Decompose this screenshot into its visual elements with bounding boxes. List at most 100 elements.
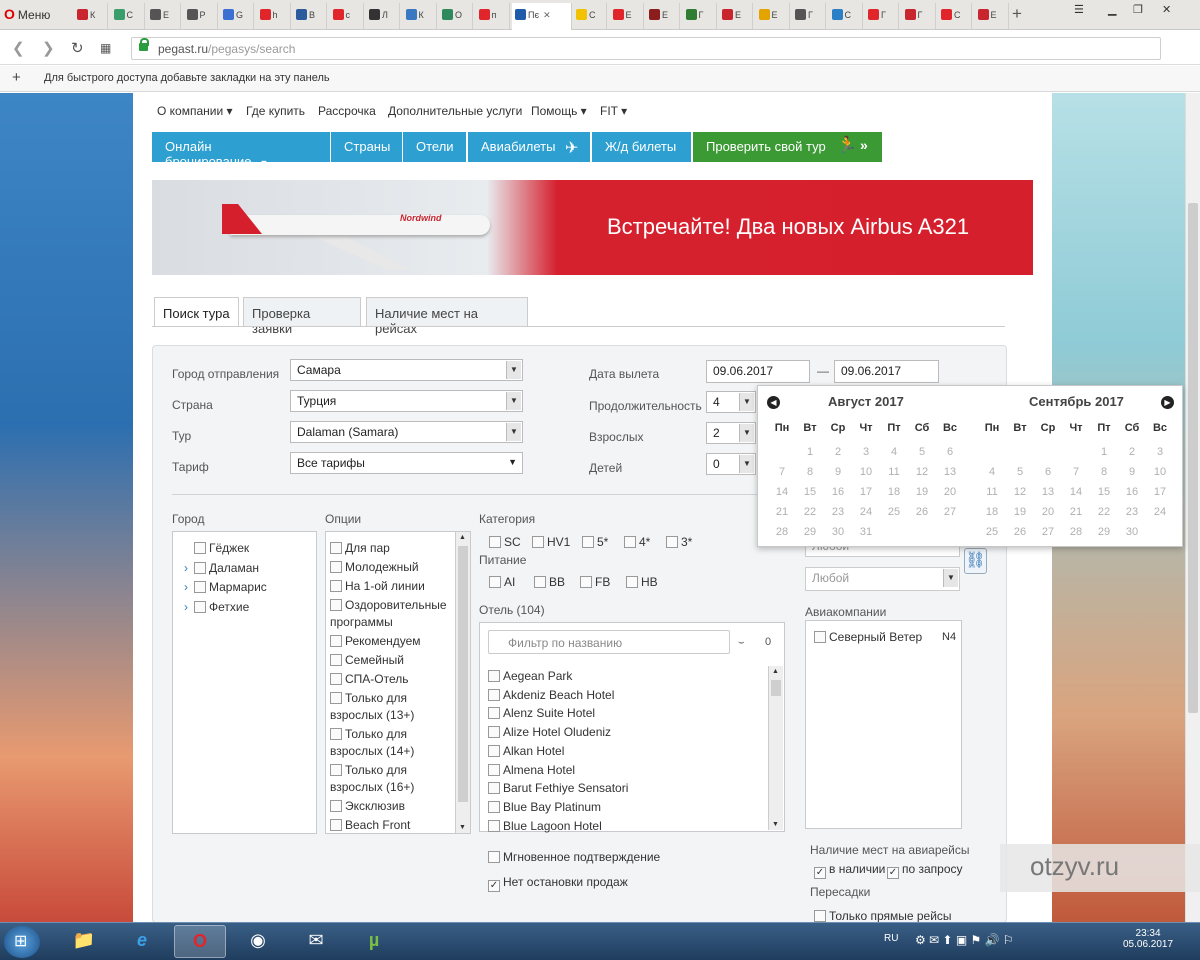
seats-available-option[interactable]: ✓ в наличии — [814, 862, 885, 879]
minimize-button[interactable]: ▁ — [1108, 3, 1116, 16]
browser-tab[interactable]: Е — [719, 3, 753, 29]
option-checkbox[interactable] — [330, 654, 342, 666]
hotel-checkbox[interactable] — [488, 763, 500, 776]
browser-tab[interactable]: В — [293, 3, 327, 29]
page-scrollbar[interactable] — [1185, 93, 1200, 923]
category-checkbox[interactable] — [666, 536, 678, 548]
browser-tab[interactable]: G — [220, 3, 254, 29]
taskbar-explorer[interactable]: 📁 — [58, 925, 110, 958]
nav-tab[interactable]: Страны — [331, 132, 402, 162]
maximize-button[interactable]: ❐ — [1133, 3, 1143, 16]
option-checkbox[interactable] — [330, 800, 342, 812]
new-tab-button[interactable]: + — [1012, 4, 1022, 24]
airline-checkbox[interactable] — [814, 631, 826, 643]
chevron-right-icon[interactable]: › — [184, 600, 188, 614]
seats-request-checkbox[interactable]: ✓ — [887, 867, 899, 879]
option-item[interactable]: Рекомендуем — [330, 633, 421, 650]
country-select[interactable]: Турция ▼ — [290, 390, 523, 412]
option-item[interactable]: На 1-ой линии — [330, 578, 425, 595]
category-checkbox[interactable] — [532, 536, 544, 548]
browser-tab[interactable]: Л — [366, 3, 400, 29]
tariff-select[interactable]: Все тарифы ▼ — [290, 452, 523, 474]
date-from-input[interactable]: 09.06.2017 — [706, 360, 810, 383]
top-menu-item[interactable]: Помощь ▾ — [531, 104, 587, 118]
hotel-item[interactable]: Alkan Hotel — [488, 744, 564, 758]
category-option[interactable]: 3* — [666, 535, 692, 549]
top-menu-item[interactable]: Рассрочка — [318, 104, 376, 118]
option-checkbox[interactable] — [330, 819, 342, 831]
meal-option[interactable]: HB — [626, 575, 658, 589]
option-checkbox[interactable] — [330, 692, 342, 704]
taskbar-chrome[interactable]: ◉ — [232, 925, 284, 958]
meal-checkbox[interactable] — [534, 576, 546, 588]
browser-tab[interactable]: С — [938, 3, 972, 29]
link-chain-icon[interactable]: ⛓ — [964, 548, 987, 574]
nav-tab[interactable]: Ж/д билеты — [592, 132, 691, 162]
city-checkbox[interactable] — [194, 561, 206, 574]
city-item[interactable]: › Даламан — [184, 561, 259, 575]
taskbar-app[interactable]: ✉ — [290, 925, 342, 958]
no-stop-sale-option[interactable]: ✓ Нет остановки продаж — [488, 875, 628, 892]
option-checkbox[interactable] — [330, 635, 342, 647]
options-scrollbar-thumb[interactable] — [458, 546, 468, 802]
option-checkbox[interactable] — [330, 764, 342, 776]
hotel-item[interactable]: Barut Fethiye Sensatori — [488, 781, 628, 795]
chevron-right-icon[interactable]: › — [184, 561, 188, 575]
opera-menu-button[interactable]: O Меню — [4, 6, 50, 22]
hotel-checkbox[interactable] — [488, 744, 500, 757]
tab-menu-icon[interactable]: ☰ — [1074, 3, 1084, 16]
browser-tab[interactable]: Г — [792, 3, 826, 29]
duration-select[interactable]: 4 ▼ — [706, 391, 756, 413]
meal-option[interactable]: FB — [580, 575, 610, 589]
option-item[interactable]: Только для взрослых (13+) — [330, 690, 414, 724]
browser-tab[interactable]: К — [74, 3, 108, 29]
hotel-checkbox[interactable] — [488, 707, 500, 720]
category-checkbox[interactable] — [582, 536, 594, 548]
reload-button[interactable]: ↻ — [71, 39, 84, 57]
scroll-down-icon[interactable]: ▼ — [459, 824, 466, 831]
category-checkbox[interactable] — [489, 536, 501, 548]
browser-tab[interactable]: с — [330, 3, 364, 29]
nav-tab[interactable]: Онлайн бронирование ▼ — [152, 132, 330, 169]
calendar-next-icon[interactable]: ▶ — [1161, 396, 1174, 409]
option-checkbox[interactable] — [330, 580, 342, 592]
browser-tab-active[interactable]: Пє ✕ — [512, 3, 572, 30]
option-item[interactable]: Оздоровительные программы — [330, 597, 447, 631]
browser-tab[interactable]: Е — [147, 3, 181, 29]
tray-icons[interactable]: ⚙ ✉ ⬆ ▣ ⚑ 🔊 ⚐ — [915, 933, 1014, 947]
browser-tab[interactable]: С — [111, 3, 145, 29]
category-option[interactable]: 5* — [582, 535, 608, 549]
option-checkbox[interactable] — [330, 561, 342, 573]
close-tab-icon[interactable]: ✕ — [543, 10, 551, 20]
city-item[interactable]: › Фетхие — [184, 600, 249, 614]
close-window-button[interactable]: ✕ — [1162, 3, 1171, 16]
option-checkbox[interactable] — [330, 599, 342, 611]
options-scrollbar[interactable]: ▲ ▼ — [455, 532, 470, 833]
hotel-item[interactable]: Akdeniz Beach Hotel — [488, 688, 614, 702]
seats-request-option[interactable]: ✓ по запросу — [887, 862, 963, 879]
browser-tab[interactable]: Е — [610, 3, 644, 29]
no-stop-sale-checkbox[interactable]: ✓ — [488, 880, 500, 892]
hotel-item[interactable]: Blue Lagoon Hotel — [488, 819, 602, 833]
category-option[interactable]: HV1 — [532, 535, 570, 549]
search-tab[interactable]: Наличие мест на рейсах — [366, 297, 528, 336]
hotel-scrollbar[interactable]: ▲ ▼ — [768, 666, 783, 830]
hotel-checkbox[interactable] — [488, 726, 500, 739]
option-item[interactable]: Эксклюзив — [330, 798, 405, 815]
url-field[interactable]: pegast.ru/pegasys/search — [131, 37, 1161, 60]
city-item[interactable]: › Мармарис — [184, 580, 267, 594]
option-item[interactable]: СПА-Отель — [330, 671, 409, 688]
city-checkbox[interactable] — [194, 542, 206, 554]
chevron-right-icon[interactable]: › — [184, 580, 188, 594]
instant-confirm-option[interactable]: Мгновенное подтверждение — [488, 850, 660, 864]
top-menu-item[interactable]: Где купить — [246, 104, 305, 118]
hotel-item[interactable]: Alenz Suite Hotel — [488, 706, 595, 720]
airline-option[interactable]: Северный Ветер — [814, 630, 922, 644]
option-item[interactable]: Семейный — [330, 652, 404, 669]
meal-option[interactable]: BB — [534, 575, 565, 589]
hotel-scrollbar-thumb[interactable] — [771, 680, 781, 696]
hotel-item[interactable]: Blue Bay Platinum — [488, 800, 601, 814]
city-item[interactable]: ›Гёджек — [184, 541, 249, 555]
category-option[interactable]: 4* — [624, 535, 650, 549]
top-menu-item[interactable]: Дополнительные услуги — [388, 104, 522, 118]
